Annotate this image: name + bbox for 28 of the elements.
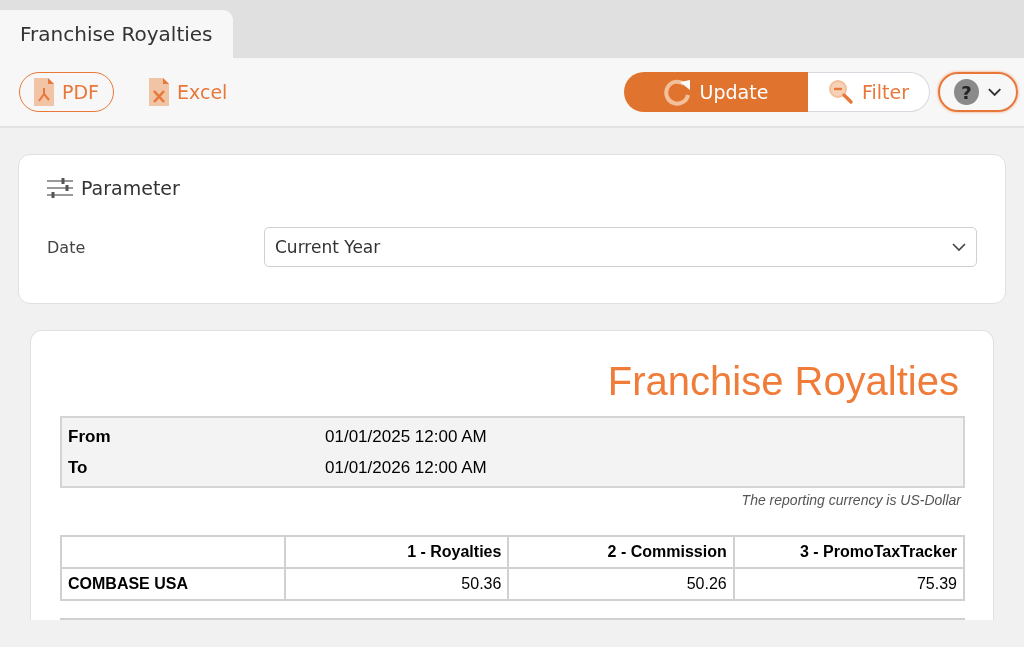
export-button[interactable]: Excel (134, 72, 243, 112)
table-cell: COMBASE USA (61, 568, 285, 600)
table-cell: 75.39 (733, 568, 964, 600)
field-label: Date (47, 237, 87, 257)
sliders-icon (47, 177, 73, 199)
pdf-file-icon (34, 78, 54, 106)
column-header: 2 - Commission (508, 536, 734, 568)
zoom-out-icon (827, 79, 854, 105)
section-title: Parameter (81, 177, 180, 199)
update-button[interactable]: Update (624, 72, 808, 112)
filter-button[interactable]: Filter (808, 72, 930, 112)
table-cell: 50.26 (508, 568, 734, 600)
column-header: 3 - PromoTaxTracker (733, 536, 964, 568)
currency-note: The reporting currency is US-Dollar (740, 492, 961, 508)
chevron-down-icon (986, 87, 1002, 97)
refresh-icon (663, 78, 692, 106)
date-dropdown[interactable]: Current Year (264, 227, 977, 267)
chevron-down-icon (952, 242, 966, 252)
help-button[interactable]: ? (938, 72, 1018, 112)
report-title: Franchise Royalties (606, 359, 959, 404)
column-header: 1 - Royalties (284, 536, 509, 568)
period-value: 01/01/2026 12:00 AM (325, 457, 487, 478)
tab[interactable]: Franchise Royalties (0, 10, 233, 58)
excel-file-icon (149, 78, 170, 106)
period-label: From (68, 426, 112, 447)
period-label: To (68, 457, 89, 478)
table-cell: 50.36 (284, 568, 509, 600)
period-value: 01/01/2025 12:00 AM (325, 426, 487, 447)
